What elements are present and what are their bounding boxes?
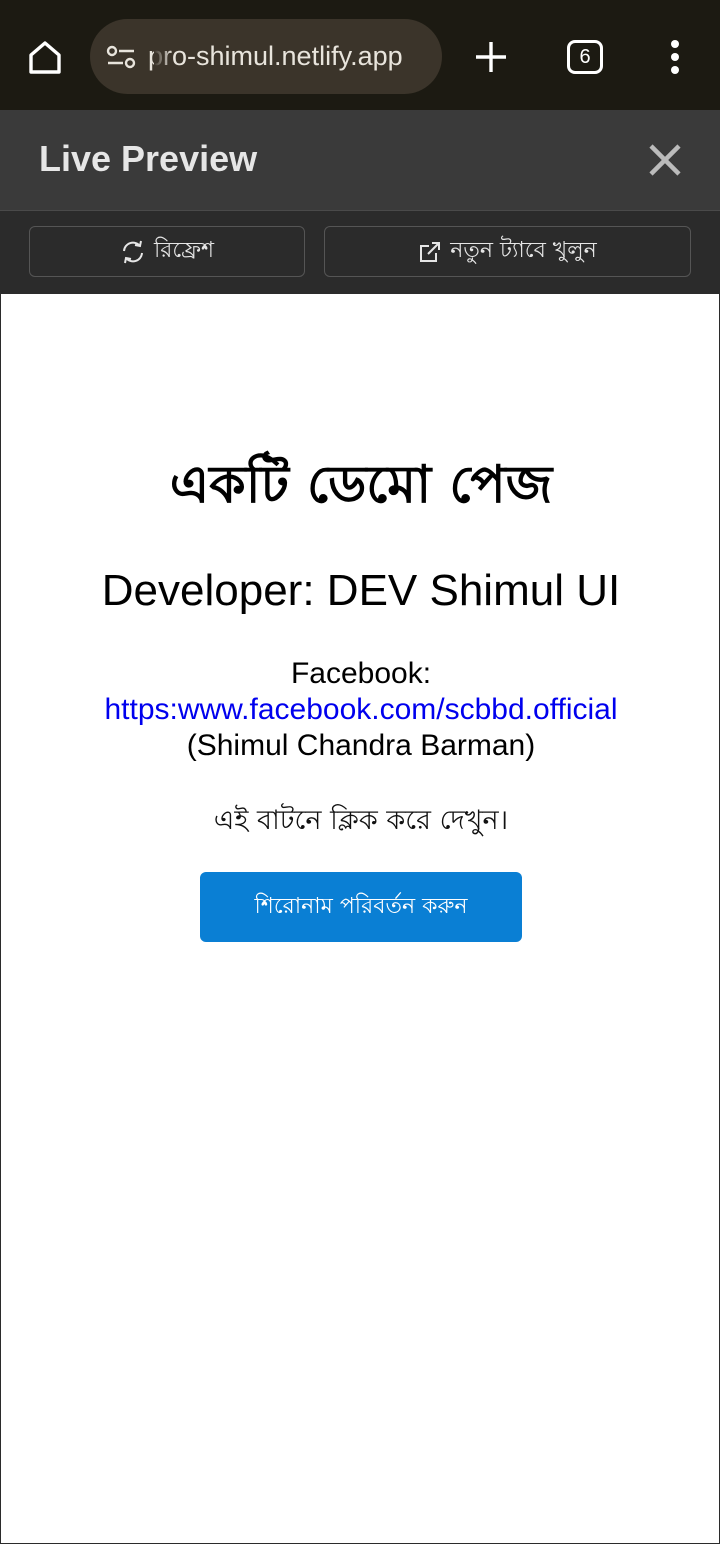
more-options-button[interactable] bbox=[660, 34, 690, 80]
external-link-icon bbox=[420, 241, 441, 262]
live-preview-header: Live Preview bbox=[0, 110, 720, 211]
home-icon bbox=[29, 41, 61, 74]
tab-count: 6 bbox=[579, 45, 591, 68]
refresh-icon bbox=[122, 240, 143, 263]
refresh-label: রিফ্রেশ bbox=[153, 238, 215, 263]
new-tab-button[interactable] bbox=[466, 32, 516, 82]
preview-frame: একটি ডেমো পেজ Developer: DEV Shimul UI F… bbox=[0, 294, 720, 1544]
open-new-tab-button[interactable]: নতুন ট্যাবে খুলুন bbox=[324, 226, 691, 277]
panel-title: Live Preview bbox=[39, 138, 258, 179]
url-text[interactable]: pro-shimul.netlify.app bbox=[148, 41, 403, 72]
preview-toolbar: রিফ্রেশ নতুন ট্যাবে খুলুন bbox=[0, 211, 720, 294]
open-new-tab-label: নতুন ট্যাবে খুলুন bbox=[450, 238, 597, 263]
site-settings-icon[interactable] bbox=[104, 40, 138, 74]
facebook-label: Facebook: bbox=[290, 657, 432, 690]
refresh-button[interactable]: রিফ্রেশ bbox=[29, 226, 305, 277]
home-button[interactable] bbox=[18, 30, 72, 84]
facebook-block: Facebook: https:www.facebook.com/scbbd.o… bbox=[1, 656, 720, 764]
close-preview-button[interactable] bbox=[646, 140, 684, 180]
change-title-button[interactable]: শিরোনাম পরিবর্তন করুন bbox=[200, 872, 522, 942]
developer-line: Developer: DEV Shimul UI bbox=[101, 566, 621, 615]
facebook-link[interactable]: https:www.facebook.com/scbbd.official bbox=[1, 692, 720, 728]
close-icon bbox=[649, 144, 681, 176]
tab-switcher-button[interactable]: 6 bbox=[567, 40, 603, 74]
plus-icon bbox=[476, 42, 506, 72]
url-fade bbox=[154, 19, 172, 94]
hint-text: এই বাটনে ক্লিক করে দেখুন। bbox=[213, 805, 509, 836]
address-bar[interactable]: pro-shimul.netlify.app bbox=[90, 19, 442, 94]
browser-toolbar: pro-shimul.netlify.app 6 bbox=[0, 0, 720, 110]
page-heading: একটি ডেমো পেজ bbox=[169, 455, 553, 515]
more-vert-icon bbox=[671, 40, 679, 74]
facebook-name: (Shimul Chandra Barman) bbox=[186, 729, 536, 762]
